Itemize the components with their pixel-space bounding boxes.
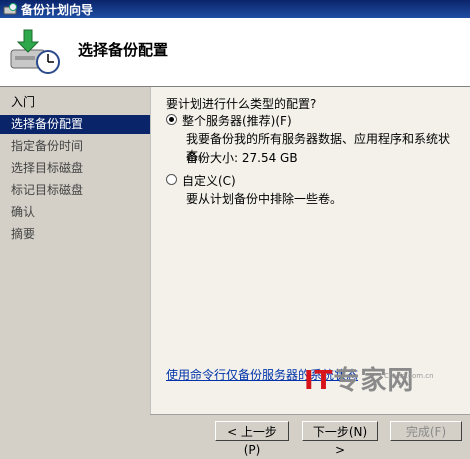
watermark-sub: Ctocio.com.cn bbox=[384, 372, 434, 380]
site-watermark: IT专家网 Ctocio.com.cn bbox=[304, 360, 454, 412]
step-summary[interactable]: 摘要 bbox=[0, 225, 150, 244]
backup-size-text: 备份大小: 27.54 GB bbox=[186, 151, 298, 165]
custom-description: 要从计划备份中排除一些卷。 bbox=[186, 192, 343, 206]
step-select-destination-disk[interactable]: 选择目标磁盘 bbox=[0, 159, 150, 178]
wizard-button-bar: < 上一步(P) 下一步(N) > 完成(F) bbox=[150, 414, 470, 457]
full-server-radio[interactable] bbox=[166, 114, 177, 125]
custom-label[interactable]: 自定义(C) bbox=[182, 172, 236, 189]
wizard-steps-panel: 入门 选择备份配置 指定备份时间 选择目标磁盘 标记目标磁盘 确认 摘要 bbox=[0, 87, 150, 444]
config-question: 要计划进行什么类型的配置? bbox=[166, 97, 317, 111]
window-title: 备份计划向导 bbox=[21, 2, 94, 17]
custom-radio[interactable] bbox=[166, 174, 177, 185]
wizard-header: 选择备份配置 bbox=[0, 18, 470, 87]
title-bar: 备份计划向导 bbox=[0, 0, 470, 18]
step-confirmation[interactable]: 确认 bbox=[0, 203, 150, 222]
page-title: 选择备份配置 bbox=[78, 41, 169, 59]
step-specify-backup-time[interactable]: 指定备份时间 bbox=[0, 137, 150, 156]
backup-app-icon bbox=[3, 3, 17, 15]
step-select-backup-config[interactable]: 选择备份配置 bbox=[0, 115, 150, 134]
finish-button[interactable]: 完成(F) bbox=[390, 421, 462, 441]
backup-clock-icon bbox=[10, 29, 60, 74]
next-button[interactable]: 下一步(N) > bbox=[302, 421, 378, 457]
full-server-label[interactable]: 整个服务器(推荐)(F) bbox=[182, 112, 292, 129]
step-label-destination-disk[interactable]: 标记目标磁盘 bbox=[0, 181, 150, 200]
back-button[interactable]: < 上一步(P) bbox=[215, 421, 289, 457]
step-getting-started[interactable]: 入门 bbox=[0, 93, 150, 112]
